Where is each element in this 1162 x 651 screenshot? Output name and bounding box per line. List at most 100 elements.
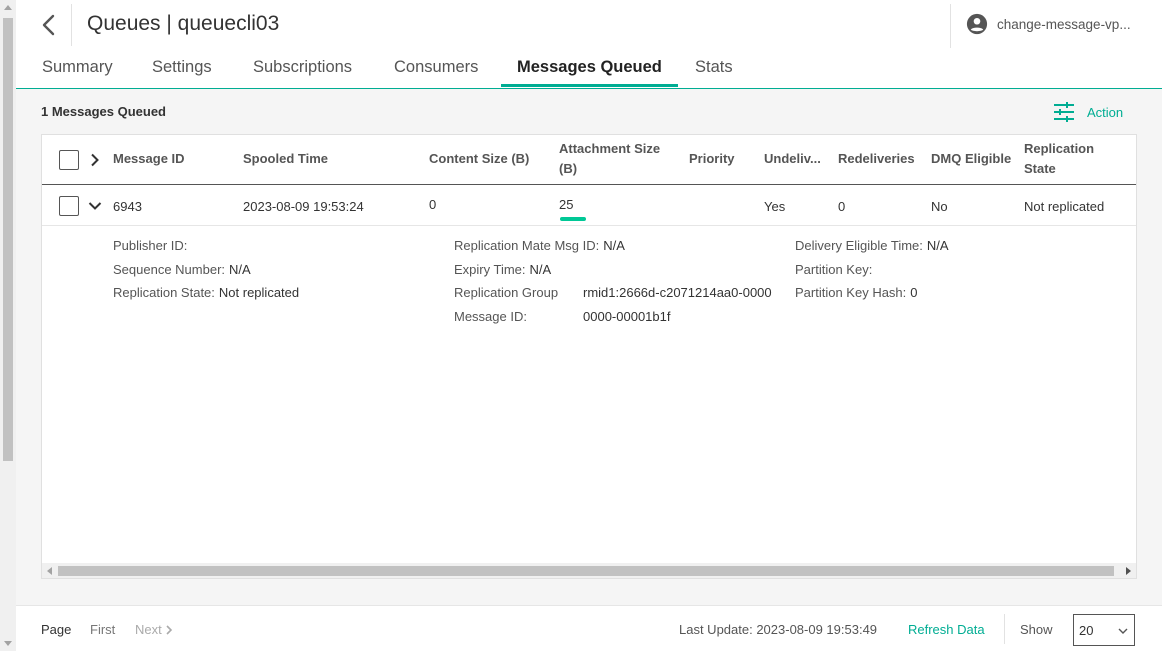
detail-value: N/A — [603, 238, 625, 253]
table-row[interactable]: 6943 2023-08-09 19:53:24 0 25 Yes 0 No N… — [42, 186, 1136, 226]
main-content: 1 Messages Queued Action Message ID Spoo… — [16, 89, 1162, 605]
chevron-right-icon — [91, 153, 99, 167]
detail-message-id-value: 0000-00001b1f — [583, 309, 671, 324]
tune-icon — [1054, 102, 1074, 122]
detail-value: Not replicated — [218, 285, 300, 300]
cell-redeliveries: 0 — [838, 199, 846, 214]
column-header-replication-state-line2: State — [1024, 161, 1056, 176]
action-label: Action — [1087, 104, 1124, 120]
table-horizontal-scrollbar[interactable] — [42, 563, 1136, 578]
last-update-text: Last Update: 2023-08-09 19:53:49 — [679, 622, 878, 637]
page-header: Queues | queuecli03 change-message-vp... — [16, 0, 1162, 50]
detail-label: Replication State: — [113, 285, 215, 300]
action-button[interactable]: Action — [1053, 101, 1123, 123]
detail-value: N/A — [229, 262, 251, 277]
row-checkbox[interactable] — [59, 196, 79, 216]
detail-expiry-time: Expiry Time: N/A — [454, 262, 551, 277]
detail-sequence-number: Sequence Number: N/A — [113, 262, 251, 277]
page-label: Page — [41, 622, 72, 637]
cell-attachment-size[interactable]: 25 — [559, 197, 573, 212]
scroll-left-arrow-icon[interactable] — [47, 567, 52, 575]
tab-messages-queued[interactable]: Messages Queued — [517, 58, 662, 77]
chevron-right-icon — [166, 624, 172, 635]
page-size-value: 20 — [1079, 623, 1094, 638]
column-header-replication-state-line1: Replication — [1024, 141, 1095, 156]
expand-all-button[interactable] — [88, 153, 102, 167]
tab-consumers[interactable]: Consumers — [394, 58, 478, 77]
refresh-data-button[interactable]: Refresh Data — [908, 622, 985, 637]
detail-label: Replication Mate Msg ID: — [454, 238, 600, 253]
tab-settings[interactable]: Settings — [152, 58, 212, 77]
show-label: Show — [1020, 622, 1053, 637]
detail-value: N/A — [529, 262, 552, 277]
pagination-footer: Page First Next Last Update: 2023-08-09 … — [16, 605, 1162, 651]
column-header-redeliveries[interactable]: Redeliveries — [838, 149, 915, 169]
column-header-dmq-eligible[interactable]: DMQ Eligible — [931, 149, 1011, 169]
page-scroll-thumb[interactable] — [3, 18, 13, 461]
detail-partition-key: Partition Key: — [795, 262, 876, 277]
detail-delivery-eligible-time: Delivery Eligible Time: N/A — [795, 238, 949, 253]
column-header-priority[interactable]: Priority — [689, 149, 735, 169]
detail-label: Sequence Number: — [113, 262, 226, 277]
table-header: Message ID Spooled Time Content Size (B)… — [42, 135, 1136, 185]
chevron-down-icon — [1118, 628, 1128, 634]
column-header-undelivered[interactable]: Undeliv... — [764, 149, 821, 169]
account-circle-icon — [966, 13, 988, 35]
next-page-button[interactable]: Next — [135, 622, 174, 637]
tab-summary[interactable]: Summary — [42, 58, 113, 77]
column-header-attachment-size-line2: (B) — [559, 161, 578, 176]
detail-publisher-id: Publisher ID: — [113, 238, 191, 253]
tab-stats[interactable]: Stats — [695, 58, 733, 77]
app-root: Queues | queuecli03 change-message-vp...… — [0, 0, 1162, 651]
next-page-label: Next — [135, 622, 162, 637]
detail-partition-key-hash: Partition Key Hash: 0 — [795, 285, 918, 300]
first-page-button[interactable]: First — [90, 622, 115, 637]
attachment-size-highlight — [560, 217, 586, 221]
column-header-attachment-size[interactable]: Attachment Size (B) — [559, 139, 660, 179]
cell-replication-state: Not replicated — [1024, 199, 1105, 214]
cell-undelivered: Yes — [764, 199, 786, 214]
cell-dmq-eligible: No — [931, 199, 948, 214]
detail-replication-state: Replication State: Not replicated — [113, 285, 299, 300]
collapse-row-button[interactable] — [88, 199, 102, 213]
header-divider — [71, 4, 72, 46]
select-all-checkbox[interactable] — [59, 150, 79, 170]
detail-message-id-label: Message ID: — [454, 309, 527, 324]
back-button[interactable] — [34, 10, 64, 40]
back-arrow-icon — [42, 14, 55, 36]
column-header-attachment-size-line1: Attachment Size — [559, 141, 661, 156]
detail-replication-group-value: rmid1:2666d-c2071214aa0-0000 — [583, 285, 772, 300]
detail-label: Partition Key: — [795, 262, 873, 277]
page-scrollbar[interactable] — [0, 0, 16, 651]
messages-table: Message ID Spooled Time Content Size (B)… — [41, 134, 1137, 579]
active-tab-indicator — [501, 84, 678, 87]
tab-bar: Summary Settings Subscriptions Consumers… — [16, 50, 1162, 89]
footer-divider — [1004, 614, 1005, 644]
tab-subscriptions[interactable]: Subscriptions — [253, 58, 352, 77]
scroll-up-arrow-icon[interactable] — [4, 5, 12, 10]
user-menu[interactable]: change-message-vp... — [966, 13, 1131, 35]
column-header-content-size[interactable]: Content Size (B) — [429, 149, 529, 169]
detail-label: Expiry Time: — [454, 262, 526, 277]
detail-label: Delivery Eligible Time: — [795, 238, 923, 253]
page-title: Queues | queuecli03 — [87, 12, 280, 35]
detail-label: Partition Key Hash: — [795, 285, 907, 300]
detail-replication-group-label: Replication Group — [454, 285, 559, 300]
detail-label: Publisher ID: — [113, 238, 188, 253]
cell-spooled-time: 2023-08-09 19:53:24 — [243, 199, 364, 214]
cell-message-id: 6943 — [113, 199, 142, 214]
chevron-down-icon — [88, 202, 102, 210]
detail-replication-mate-msg-id: Replication Mate Msg ID: N/A — [454, 238, 625, 253]
horizontal-scroll-thumb[interactable] — [58, 566, 1114, 576]
detail-value: 0 — [910, 285, 918, 300]
user-name: change-message-vp... — [997, 16, 1131, 32]
column-header-message-id[interactable]: Message ID — [113, 149, 185, 169]
messages-count: 1 Messages Queued — [41, 104, 166, 119]
detail-value: N/A — [926, 238, 949, 253]
column-header-spooled-time[interactable]: Spooled Time — [243, 149, 328, 169]
scroll-right-arrow-icon[interactable] — [1126, 567, 1131, 575]
cell-content-size: 0 — [429, 197, 437, 212]
scroll-down-arrow-icon[interactable] — [4, 641, 12, 646]
page-size-select[interactable]: 20 — [1073, 614, 1135, 646]
column-header-replication-state[interactable]: Replication State — [1024, 139, 1094, 179]
